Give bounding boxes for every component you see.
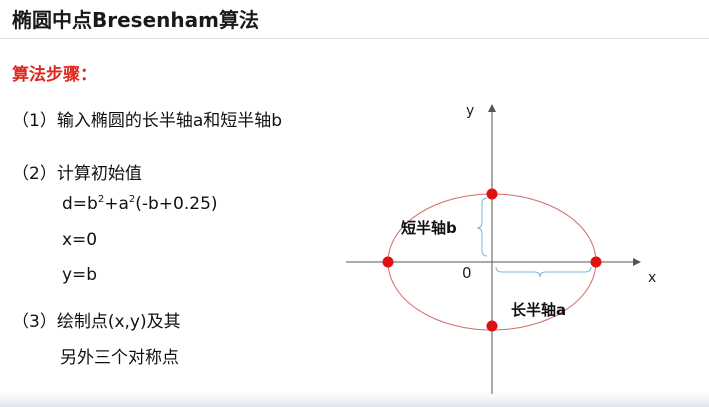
major-axis-brace (495, 266, 592, 278)
minor-axis-brace (476, 197, 488, 257)
ellipse-diagram: x y 0 短半轴b 长半轴a (346, 103, 656, 394)
minor-axis-label: 短半轴b (401, 219, 457, 237)
slide: 椭圆中点Bresenham算法 算法步骤： （1）输入椭圆的长半轴a和短半轴b … (0, 0, 709, 407)
origin-label: 0 (462, 264, 472, 282)
major-axis-label: 长半轴a (511, 301, 566, 319)
bottom-fade (0, 392, 709, 407)
y-axis-label: y (466, 103, 474, 119)
vertex-left-point (382, 256, 394, 268)
vertex-top-point (486, 188, 498, 200)
vertex-bottom-point (486, 320, 498, 332)
vertex-right-point (590, 256, 602, 268)
x-axis-label: x (648, 270, 656, 286)
